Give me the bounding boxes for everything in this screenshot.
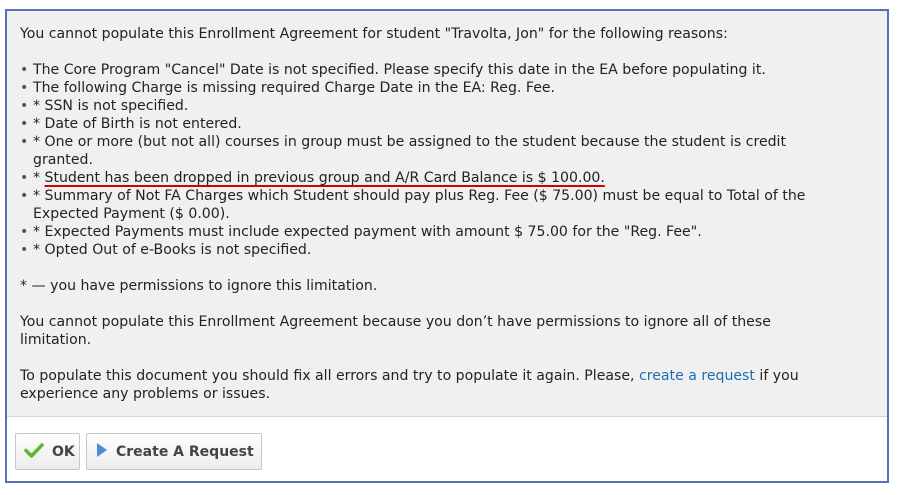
no-permission-text-line2: limitation. bbox=[20, 332, 92, 348]
reason-item: • * Summary of Not FA Charges which Stude… bbox=[20, 188, 806, 222]
enrollment-agreement-error-dialog: You cannot populate this Enrollment Agre… bbox=[5, 9, 889, 483]
highlighted-reason-text: Student has been dropped in previous gro… bbox=[44, 170, 605, 186]
reason-item: • The following Charge is missing require… bbox=[20, 80, 556, 96]
permission-note: * — you have permissions to ignore this … bbox=[20, 278, 378, 294]
play-arrow-icon bbox=[96, 442, 108, 462]
create-request-link[interactable]: create a request bbox=[639, 368, 755, 384]
create-request-button-label: Create A Request bbox=[116, 443, 254, 460]
reason-item-highlighted: • * Student has been dropped in previous … bbox=[20, 170, 605, 186]
create-request-button[interactable]: Create A Request bbox=[86, 433, 262, 470]
fix-instructions: To populate this document you should fix… bbox=[20, 368, 799, 384]
reasons-list: • The Core Program "Cancel" Date is not s… bbox=[20, 61, 875, 259]
reason-item: • * SSN is not specified. bbox=[20, 98, 189, 114]
fix-instructions-line2: experience any problems or issues. bbox=[20, 386, 271, 402]
reason-item: • * Expected Payments must include expect… bbox=[20, 224, 702, 240]
checkmark-icon bbox=[24, 442, 44, 462]
message-area: You cannot populate this Enrollment Agre… bbox=[7, 11, 887, 417]
reason-item: • * Opted Out of e-Books is not specified… bbox=[20, 242, 312, 258]
reason-item: • The Core Program "Cancel" Date is not s… bbox=[20, 62, 766, 78]
reason-item: • * Date of Birth is not entered. bbox=[20, 116, 242, 132]
no-permission-text-line1: You cannot populate this Enrollment Agre… bbox=[20, 314, 771, 330]
intro-text: You cannot populate this Enrollment Agre… bbox=[20, 26, 728, 42]
ok-button-label: OK bbox=[52, 443, 75, 460]
ok-button[interactable]: OK bbox=[15, 433, 80, 470]
reason-item: • * One or more (but not all) courses in … bbox=[20, 134, 786, 168]
